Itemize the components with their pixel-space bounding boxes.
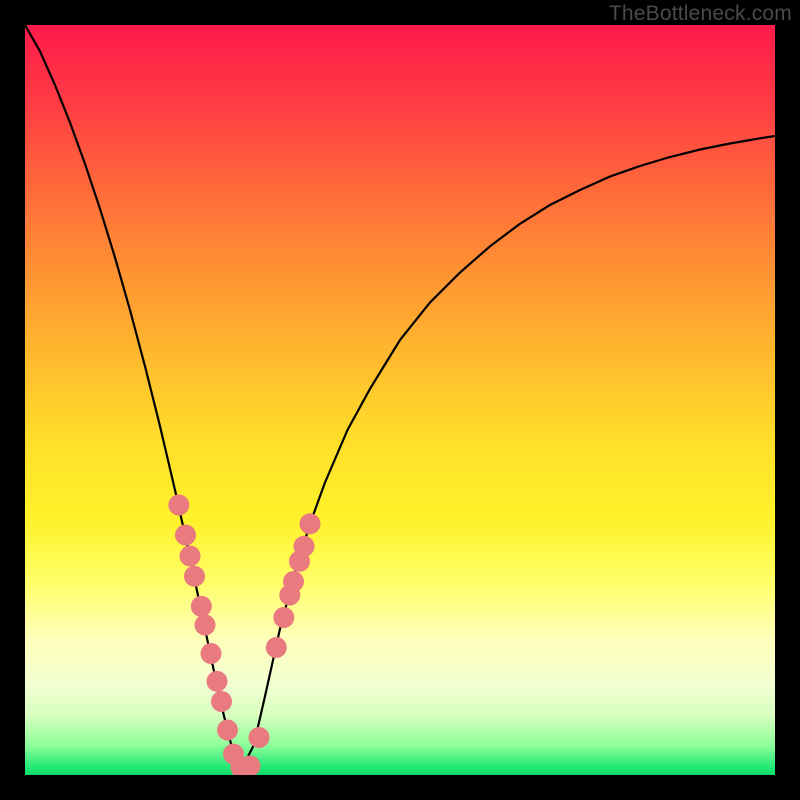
marker-dot: [273, 607, 294, 628]
marker-dot: [217, 720, 238, 741]
marker-dot: [300, 513, 321, 534]
bottleneck-curve: [25, 25, 775, 768]
marker-dot: [195, 615, 216, 636]
marker-dot: [207, 671, 228, 692]
watermark-text: TheBottleneck.com: [609, 2, 792, 26]
marker-dot: [180, 546, 201, 567]
outer-frame: TheBottleneck.com: [0, 0, 800, 800]
marker-dot: [168, 495, 189, 516]
marker-dot: [211, 691, 232, 712]
marker-dot: [249, 727, 270, 748]
marker-cluster: [168, 495, 320, 776]
marker-dot: [201, 643, 222, 664]
chart-svg: [25, 25, 775, 775]
marker-dot: [184, 566, 205, 587]
marker-dot: [191, 596, 212, 617]
marker-dot: [266, 637, 287, 658]
marker-dot: [294, 536, 315, 557]
plot-area: [25, 25, 775, 775]
marker-dot: [175, 525, 196, 546]
marker-dot: [283, 571, 304, 592]
